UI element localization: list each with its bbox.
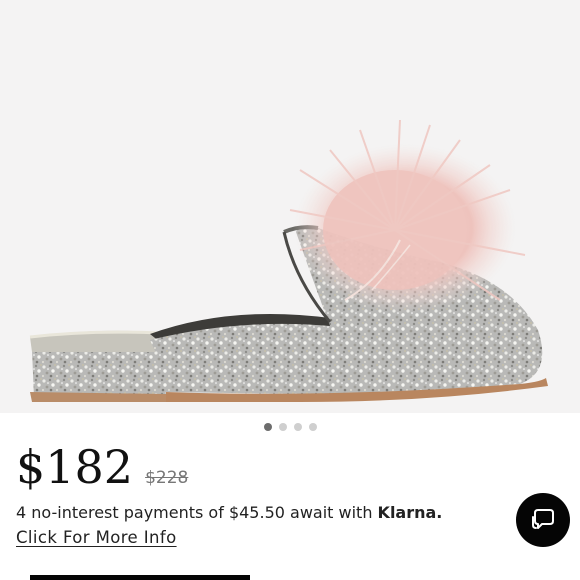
product-image[interactable] <box>0 0 580 413</box>
klarna-brand: Klarna. <box>377 503 443 522</box>
price-row: $182 $228 <box>16 440 188 494</box>
carousel-dot-4[interactable] <box>308 423 317 431</box>
chat-button[interactable] <box>516 493 570 547</box>
carousel-dot-2[interactable] <box>278 423 287 431</box>
glitter-mule-shoe-illustration <box>29 119 548 402</box>
klarna-installments: 4 no-interest payments of $45.50 await w… <box>16 503 442 522</box>
original-price: $228 <box>145 468 189 488</box>
chat-bubbles-icon <box>532 509 554 529</box>
carousel-dot-3[interactable] <box>293 423 302 431</box>
image-carousel-dots[interactable] <box>0 423 580 431</box>
klarna-text: 4 no-interest payments of $45.50 await w… <box>16 503 378 522</box>
bottom-action-bar[interactable] <box>30 575 250 580</box>
more-info-link[interactable]: Click For More Info <box>16 528 177 547</box>
current-price: $182 <box>16 440 134 494</box>
carousel-dot-1[interactable] <box>263 423 272 431</box>
